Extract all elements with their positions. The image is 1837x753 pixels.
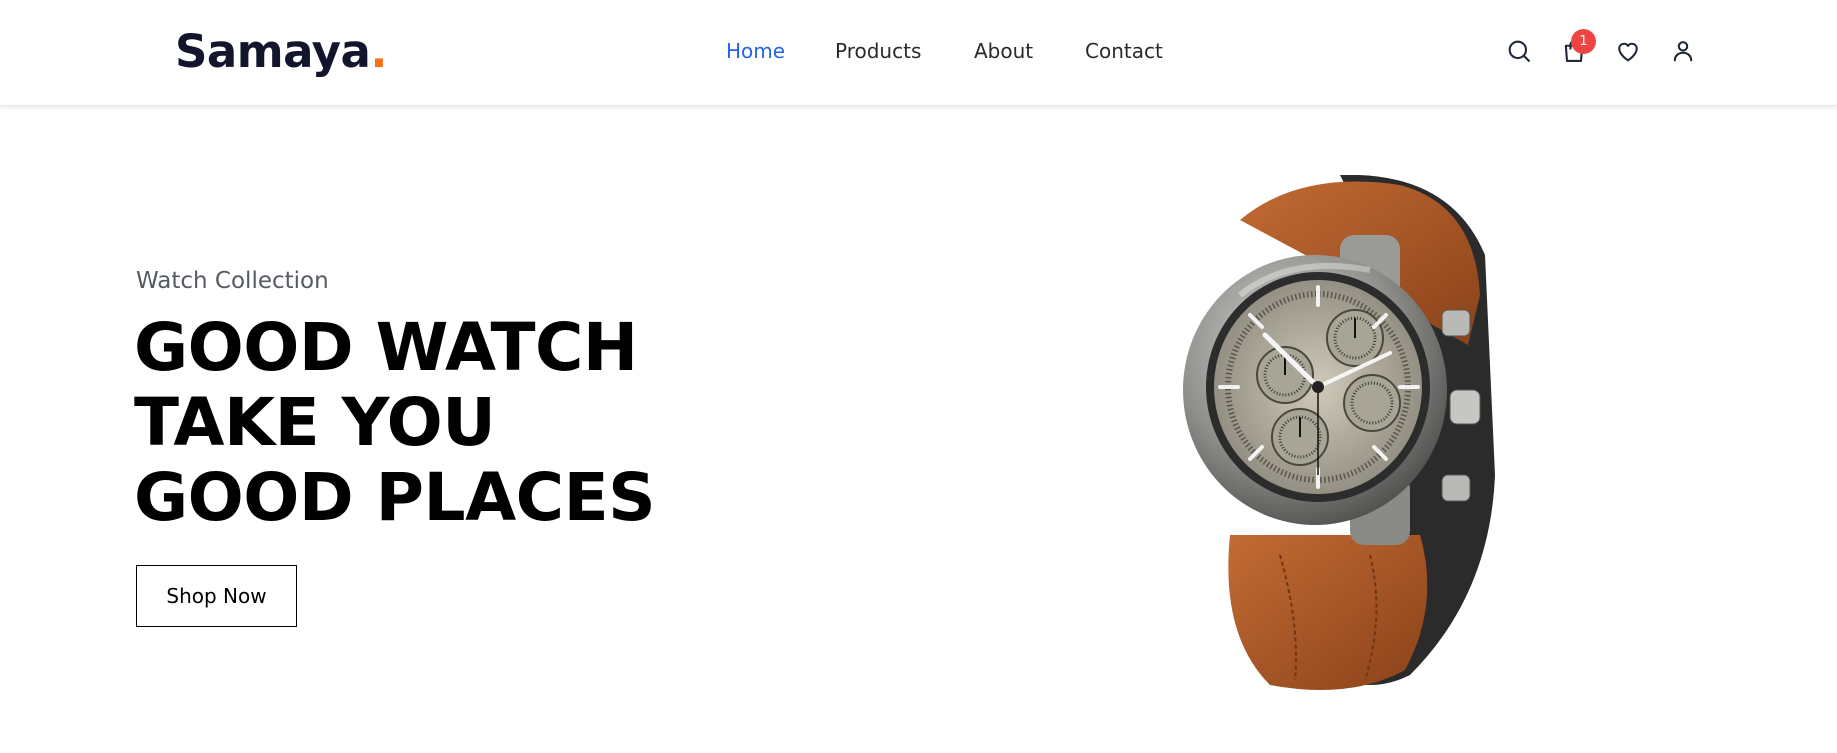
hero-title-line: TAKE YOU (134, 384, 496, 461)
hero-title-line: GOOD PLACES (134, 459, 656, 536)
nav-item-products[interactable]: Products (835, 38, 921, 64)
search-icon[interactable] (1505, 37, 1533, 65)
brand-logo[interactable]: Samaya. (175, 24, 387, 80)
site-header: Samaya. Home Products About Contact 1 (0, 0, 1837, 106)
nav-item-contact[interactable]: Contact (1085, 38, 1163, 64)
cart-count-badge: 1 (1571, 29, 1596, 54)
nav-item-home[interactable]: Home (726, 38, 785, 64)
heart-icon[interactable] (1614, 37, 1642, 65)
hero-subtitle: Watch Collection (136, 268, 329, 294)
wristwatch-image (1150, 174, 1530, 695)
brand-name[interactable]: Samaya (175, 25, 371, 78)
hero-title-line: GOOD WATCH (134, 309, 638, 386)
shop-now-button[interactable]: Shop Now (136, 565, 297, 627)
hero-title: GOOD WATCH TAKE YOU GOOD PLACES (134, 310, 894, 535)
user-icon[interactable] (1669, 37, 1697, 65)
nav-item-about[interactable]: About (974, 38, 1033, 64)
brand-logo-dot: . (370, 25, 387, 78)
